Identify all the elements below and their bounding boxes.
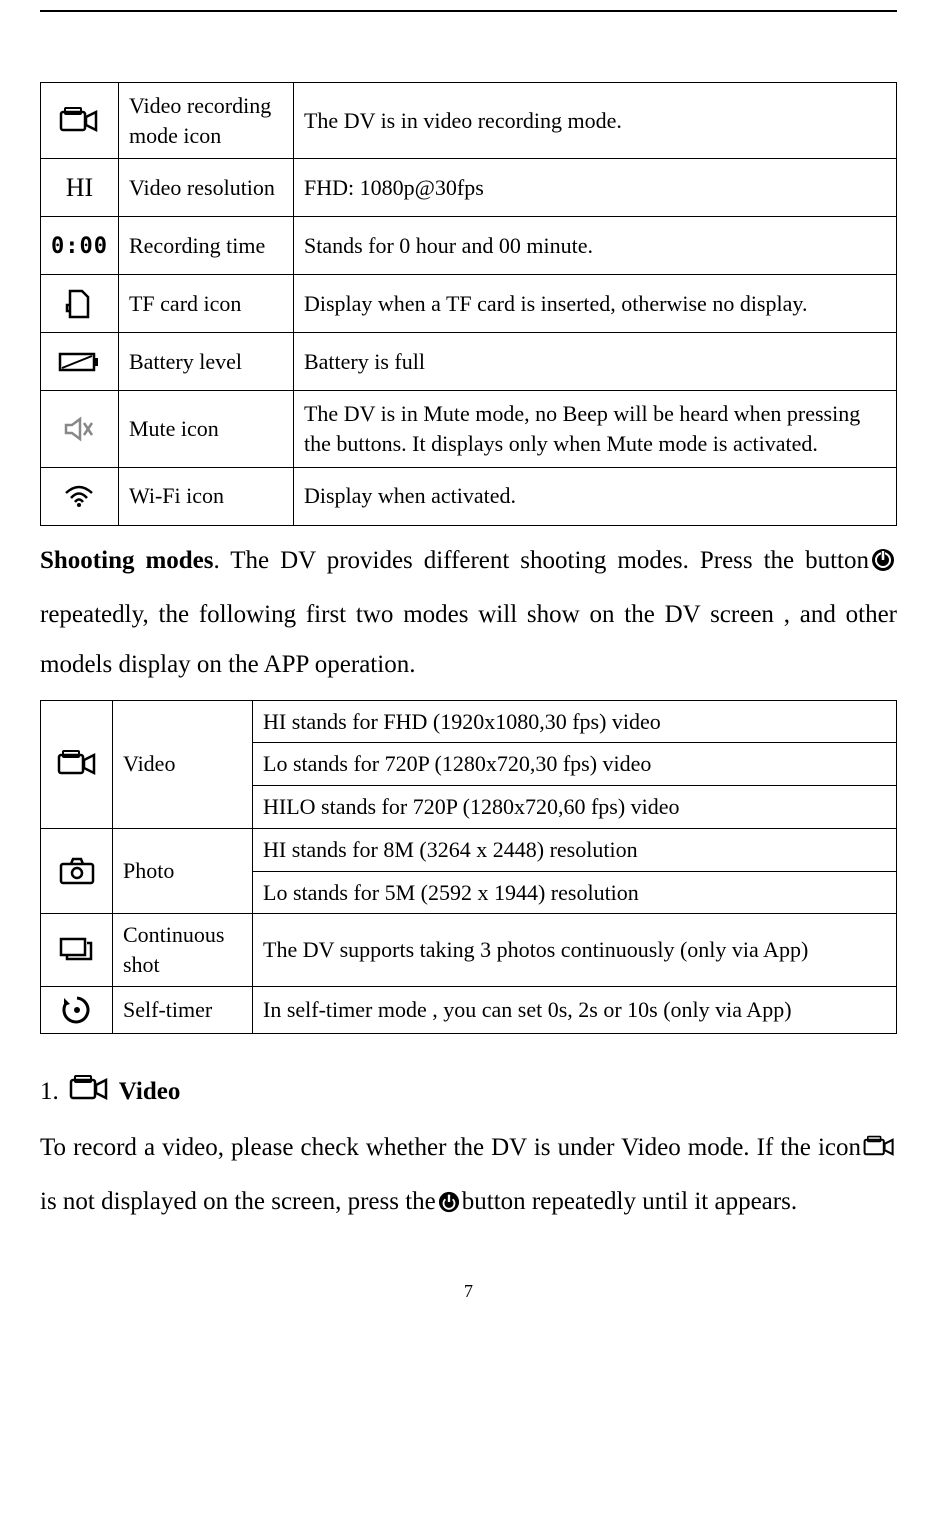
icon-desc: Display when activated. <box>293 467 896 525</box>
page-number: 7 <box>40 1281 897 1302</box>
video-mode-icon <box>69 1074 109 1111</box>
icon-name: Wi-Fi icon <box>118 467 293 525</box>
icon-name: TF card icon <box>118 275 293 333</box>
video-mode-icon <box>41 700 113 828</box>
mode-desc: HI stands for FHD (1920x1080,30 fps) vid… <box>253 700 897 743</box>
video-section-heading: 1. Video <box>40 1074 897 1111</box>
icon-desc: The DV is in video recording mode. <box>293 83 896 159</box>
battery-level-icon <box>41 333 119 391</box>
icon-name: Recording time <box>118 217 293 275</box>
video-recording-mode-icon <box>41 83 119 159</box>
mode-name: Video <box>113 700 253 828</box>
tf-card-icon <box>41 275 119 333</box>
continuous-shot-icon <box>41 914 113 986</box>
icon-desc: Stands for 0 hour and 00 minute. <box>293 217 896 275</box>
icon-name: Video resolution <box>118 159 293 217</box>
wifi-icon <box>41 467 119 525</box>
icon-desc: FHD: 1080p@30fps <box>293 159 896 217</box>
video-section-body: To record a video, please check whether … <box>40 1123 897 1231</box>
self-timer-icon <box>41 986 113 1033</box>
mode-desc: HILO stands for 720P (1280x720,60 fps) v… <box>253 786 897 829</box>
mode-desc: The DV supports taking 3 photos continuo… <box>253 914 897 986</box>
mode-name: Photo <box>113 828 253 913</box>
mode-desc: Lo stands for 5M (2592 x 1944) resolutio… <box>253 871 897 914</box>
power-button-icon <box>871 540 895 590</box>
icon-desc: The DV is in Mute mode, no Beep will be … <box>293 391 896 467</box>
shooting-modes-title: Shooting modes <box>40 547 214 574</box>
recording-time-icon: 0:00 <box>41 217 119 275</box>
photo-mode-icon <box>41 828 113 913</box>
icon-desc: Battery is full <box>293 333 896 391</box>
video-mode-icon <box>863 1127 895 1177</box>
mode-name: Continuous shot <box>113 914 253 986</box>
video-resolution-icon: HI <box>41 159 119 217</box>
icon-name: Mute icon <box>118 391 293 467</box>
power-button-icon <box>438 1181 460 1231</box>
modes-table: Video HI stands for FHD (1920x1080,30 fp… <box>40 700 897 1034</box>
icon-desc: Display when a TF card is inserted, othe… <box>293 275 896 333</box>
mode-desc: In self-timer mode , you can set 0s, 2s … <box>253 986 897 1033</box>
icon-name: Battery level <box>118 333 293 391</box>
mode-desc: HI stands for 8M (3264 x 2448) resolutio… <box>253 828 897 871</box>
mode-desc: Lo stands for 720P (1280x720,30 fps) vid… <box>253 743 897 786</box>
icons-table: Video recording mode icon The DV is in v… <box>40 82 897 526</box>
mode-name: Self-timer <box>113 986 253 1033</box>
mute-icon <box>41 391 119 467</box>
shooting-modes-paragraph: Shooting modes. The DV provides differen… <box>40 536 897 690</box>
icon-name: Video recording mode icon <box>118 83 293 159</box>
